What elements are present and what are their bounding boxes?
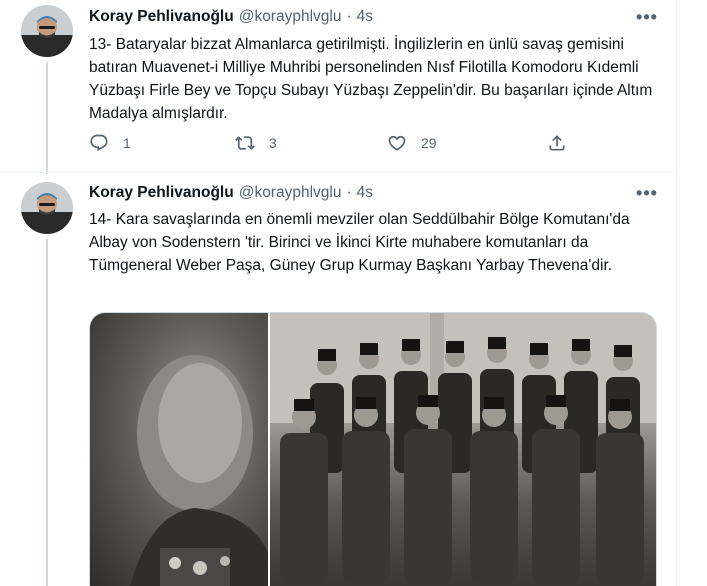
more-icon[interactable]: ••• bbox=[636, 7, 658, 27]
tweet-media[interactable] bbox=[89, 312, 657, 586]
thread-line bbox=[46, 62, 48, 174]
heart-icon bbox=[388, 135, 406, 151]
avatar-image bbox=[21, 5, 73, 57]
timestamp[interactable]: 4s bbox=[357, 8, 373, 26]
reply-count: 1 bbox=[123, 135, 131, 151]
more-icon[interactable]: ••• bbox=[636, 183, 658, 203]
author-name[interactable]: Koray Pehlivanoğlu bbox=[89, 8, 234, 26]
author-handle[interactable]: @korayphlvglu bbox=[239, 8, 342, 26]
retweet-icon bbox=[235, 136, 255, 150]
retweet-count: 3 bbox=[269, 135, 277, 151]
group-photo[interactable] bbox=[270, 313, 656, 586]
reply-button[interactable]: 1 bbox=[89, 133, 131, 153]
tweet-header: Koray Pehlivanoğlu @korayphlvglu · 4s bbox=[89, 183, 373, 203]
avatar-image bbox=[21, 182, 73, 234]
avatar[interactable] bbox=[21, 182, 73, 234]
tweet-text: 14- Kara savaşlarında en önemli mevziler… bbox=[89, 211, 630, 274]
like-button[interactable]: 29 bbox=[387, 133, 437, 153]
author-handle[interactable]: @korayphlvglu bbox=[239, 184, 342, 202]
separator: · bbox=[346, 184, 352, 201]
thread-line bbox=[46, 239, 48, 586]
share-icon bbox=[549, 135, 565, 151]
author-name[interactable]: Koray Pehlivanoğlu bbox=[89, 184, 234, 202]
timestamp[interactable]: 4s bbox=[357, 184, 373, 202]
tweet-text: 13- Bataryalar bizzat Almanlarca getiril… bbox=[89, 36, 653, 122]
reply-icon bbox=[90, 134, 108, 152]
tweet-divider bbox=[0, 172, 676, 173]
tweet-actions: 1 3 29 bbox=[89, 133, 569, 155]
tweet-header: Koray Pehlivanoğlu @korayphlvglu · 4s bbox=[89, 7, 373, 27]
portrait-image bbox=[130, 355, 268, 586]
avatar[interactable] bbox=[21, 5, 73, 57]
separator: · bbox=[346, 8, 352, 25]
portrait-photo[interactable] bbox=[90, 313, 268, 586]
share-button[interactable] bbox=[547, 133, 567, 153]
retweet-button[interactable]: 3 bbox=[235, 133, 277, 153]
group-image bbox=[270, 313, 656, 583]
like-count: 29 bbox=[421, 135, 437, 151]
timeline-right-border bbox=[676, 0, 677, 586]
